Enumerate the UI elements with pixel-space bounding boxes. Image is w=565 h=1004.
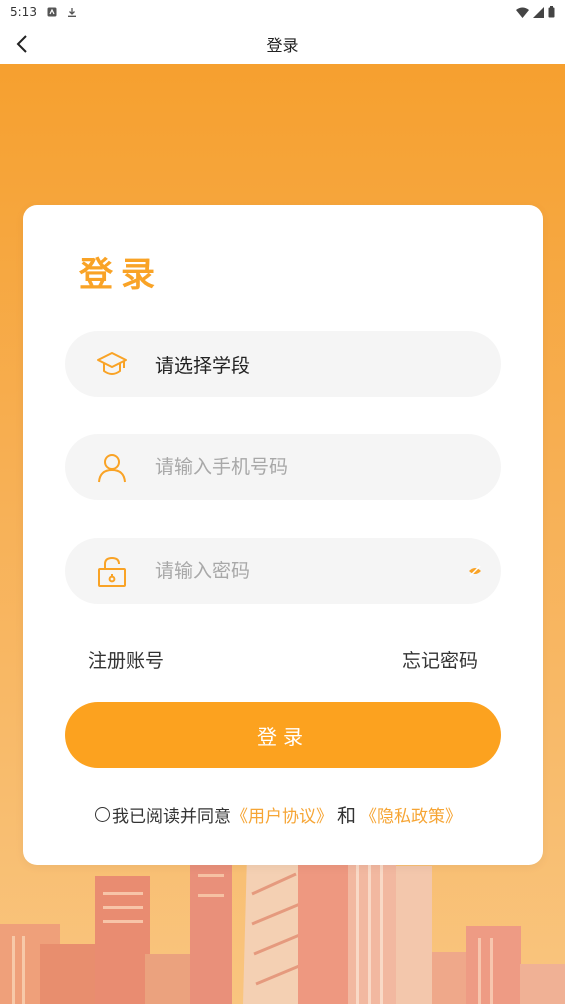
- wifi-icon: [516, 7, 529, 18]
- app-notification-icon: [47, 7, 57, 17]
- account-links: 注册账号 忘记密码: [88, 646, 478, 673]
- status-bar: 5:13: [0, 0, 565, 24]
- stage-select[interactable]: 请选择学段: [65, 331, 501, 397]
- agree-radio[interactable]: [95, 807, 110, 822]
- privacy-policy-link[interactable]: 《隐私政策》: [360, 802, 462, 827]
- back-button[interactable]: [10, 32, 34, 56]
- eye-icon[interactable]: [465, 561, 485, 581]
- status-time: 5:13: [10, 5, 37, 19]
- phone-field[interactable]: [65, 434, 501, 500]
- lock-icon: [95, 554, 129, 588]
- download-icon: [67, 8, 76, 17]
- agreement-prefix: 我已阅读并同意: [112, 807, 231, 827]
- register-link[interactable]: 注册账号: [88, 646, 164, 673]
- login-card: 登录 请选择学段 请输入手机号码 注册账号 忘记密码 登录 我已阅读并同意 《用…: [23, 205, 543, 865]
- login-button[interactable]: 登录: [65, 702, 501, 768]
- phone-input[interactable]: [155, 456, 415, 478]
- password-field[interactable]: [65, 538, 501, 604]
- graduation-cap-icon: [95, 347, 129, 381]
- signal-icon: [533, 6, 544, 18]
- stage-select-label: 请选择学段: [155, 354, 251, 377]
- nav-bar: 登录: [0, 24, 565, 64]
- user-agreement-link[interactable]: 《用户协议》: [231, 802, 333, 827]
- back-arrow-icon: [16, 35, 27, 53]
- page-background: 登录 请选择学段 请输入手机号码 注册账号 忘记密码 登录 我已阅读并同意 《用…: [0, 64, 565, 1004]
- nav-title: 登录: [266, 36, 299, 55]
- city-skyline-illustration: [0, 854, 565, 1004]
- agreement-row: 我已阅读并同意 《用户协议》 和 《隐私政策》: [95, 801, 462, 828]
- forgot-password-link[interactable]: 忘记密码: [402, 646, 478, 673]
- agreement-and: 和: [337, 805, 357, 827]
- card-title: 登录: [79, 255, 163, 295]
- password-input[interactable]: [155, 560, 415, 582]
- battery-icon: [548, 6, 555, 18]
- user-icon: [95, 450, 129, 484]
